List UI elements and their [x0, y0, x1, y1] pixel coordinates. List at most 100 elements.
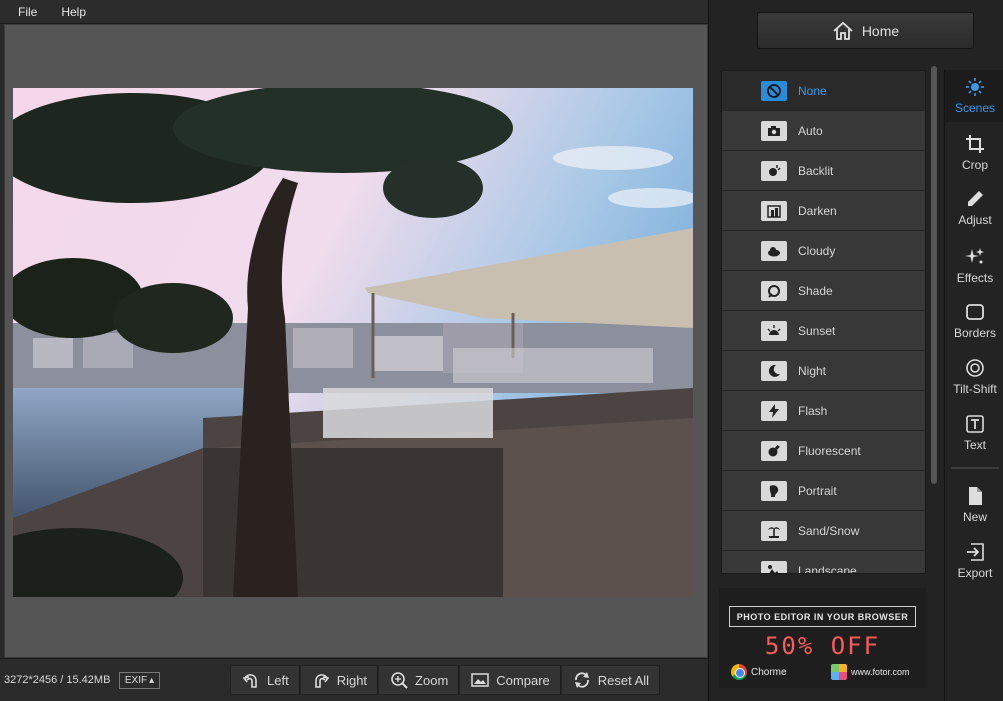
scene-label: Sand/Snow — [798, 523, 860, 538]
home-icon — [833, 21, 853, 40]
scene-item-shade[interactable]: Shade — [722, 271, 925, 311]
tool-text[interactable]: Text — [945, 407, 1003, 459]
tool-scenes-label: Scenes — [954, 101, 996, 115]
scene-label: Backlit — [798, 163, 834, 178]
home-button[interactable]: Home — [757, 12, 974, 49]
rotate-left-button[interactable]: Left — [230, 665, 300, 695]
scene-label: Night — [798, 363, 827, 378]
scene-item-sunset[interactable]: Sunset — [722, 311, 925, 351]
rotate-left-label: Left — [267, 672, 289, 688]
promo-site-label: www.fotor.com — [851, 667, 910, 677]
promo-title: PHOTO EDITOR IN YOUR BROWSER — [729, 606, 916, 627]
photo-preview[interactable] — [13, 88, 693, 597]
rotate-right-label: Right — [336, 672, 368, 688]
tool-tilt-shift[interactable]: Tilt-Shift — [945, 351, 1003, 403]
sunset-icon — [761, 320, 787, 341]
menu-help[interactable]: Help — [57, 3, 90, 21]
image-canvas — [4, 24, 708, 658]
menu-file[interactable]: File — [14, 3, 41, 21]
scene-item-flash[interactable]: Flash — [722, 391, 925, 431]
scene-item-landscape[interactable]: Landscape — [722, 551, 925, 573]
tool-tilt-shift-label: Tilt-Shift — [953, 382, 997, 396]
backlit-icon — [761, 160, 787, 181]
scene-item-darken[interactable]: Darken — [722, 191, 925, 231]
reset-all-button[interactable]: Reset All — [560, 665, 661, 695]
scenes-scrollbar[interactable] — [931, 66, 937, 484]
caret-up-icon: ▴ — [149, 675, 155, 686]
bulb-icon — [761, 440, 787, 461]
tool-export-label: Export — [957, 566, 993, 580]
compare-label: Compare — [496, 672, 550, 688]
compare-button[interactable]: Compare — [459, 665, 561, 695]
darken-icon — [761, 200, 787, 221]
scene-item-backlit[interactable]: Backlit — [722, 151, 925, 191]
tool-adjust[interactable]: Adjust — [945, 182, 1003, 234]
new-file-icon — [969, 487, 982, 505]
tool-effects[interactable]: Effects — [945, 240, 1003, 292]
landscape-icon — [761, 560, 787, 573]
sparkle-icon — [965, 248, 984, 264]
scene-item-fluorescent[interactable]: Fluorescent — [722, 431, 925, 471]
scene-item-night[interactable]: Night — [722, 351, 925, 391]
promo-chrome: Chorme — [731, 664, 787, 680]
fotor-logo-icon — [831, 664, 847, 680]
promo-site: www.fotor.com — [831, 664, 910, 680]
palm-icon — [761, 520, 787, 541]
tool-divider — [951, 467, 999, 469]
tool-crop-label: Crop — [961, 158, 988, 172]
rotate-right-button[interactable]: Right — [299, 665, 379, 695]
cloud-icon — [761, 240, 787, 261]
compare-icon — [471, 673, 490, 687]
scene-item-cloudy[interactable]: Cloudy — [722, 231, 925, 271]
tool-scenes[interactable]: Scenes — [945, 70, 1003, 122]
zoom-label: Zoom — [415, 672, 449, 688]
zoom-icon — [391, 672, 408, 689]
tool-text-label: Text — [963, 438, 986, 452]
scene-item-sand-snow[interactable]: Sand/Snow — [722, 511, 925, 551]
exif-label: EXIF — [124, 675, 148, 686]
scene-label: Cloudy — [798, 243, 836, 258]
scenes-list: None Auto Backlit Darken Cloudy Shade Su… — [721, 70, 926, 574]
home-label: Home — [861, 22, 900, 39]
none-icon — [761, 80, 787, 101]
scene-item-none[interactable]: None — [722, 71, 925, 111]
scene-label: Fluorescent — [798, 443, 861, 458]
scene-label: Sunset — [798, 323, 836, 338]
scene-label: Portrait — [798, 483, 837, 498]
rotate-left-icon — [242, 674, 257, 688]
portrait-icon — [761, 480, 787, 501]
tool-crop[interactable]: Crop — [945, 127, 1003, 179]
scene-label: Shade — [798, 283, 833, 298]
shade-icon — [761, 280, 787, 301]
reset-all-label: Reset All — [597, 672, 650, 688]
edit-actions: Left Right Zoom Compare Reset All — [230, 665, 661, 695]
tool-export[interactable]: Export — [945, 535, 1003, 587]
tool-new[interactable]: New — [945, 479, 1003, 531]
focus-icon — [966, 359, 984, 377]
crop-icon — [966, 135, 984, 153]
scene-item-auto[interactable]: Auto — [722, 111, 925, 151]
tool-borders[interactable]: Borders — [945, 295, 1003, 347]
bottom-toolbar: 3272*2456 / 15.42MB EXIF ▴ Left Right Zo… — [0, 658, 708, 701]
tool-effects-label: Effects — [956, 271, 994, 285]
tool-adjust-label: Adjust — [958, 213, 992, 227]
moon-icon — [761, 360, 787, 381]
image-size-info: 3272*2456 / 15.42MB — [4, 674, 111, 686]
exif-button[interactable]: EXIF ▴ — [119, 672, 160, 689]
scene-label: Auto — [798, 123, 823, 138]
promo-banner[interactable]: PHOTO EDITOR IN YOUR BROWSER 50% OFF Cho… — [719, 588, 926, 688]
flash-icon — [761, 400, 787, 421]
zoom-button[interactable]: Zoom — [378, 665, 460, 695]
rotate-right-icon — [314, 674, 330, 688]
scene-label: Darken — [798, 203, 837, 218]
text-icon — [966, 415, 984, 433]
menu-bar: File Help — [0, 0, 708, 24]
camera-icon — [761, 120, 787, 141]
export-icon — [967, 543, 984, 561]
pencil-icon — [968, 191, 983, 206]
border-icon — [966, 304, 984, 320]
reset-icon — [574, 672, 589, 688]
scene-label: Flash — [798, 403, 828, 418]
promo-offer: 50% OFF — [764, 632, 881, 660]
scene-item-portrait[interactable]: Portrait — [722, 471, 925, 511]
